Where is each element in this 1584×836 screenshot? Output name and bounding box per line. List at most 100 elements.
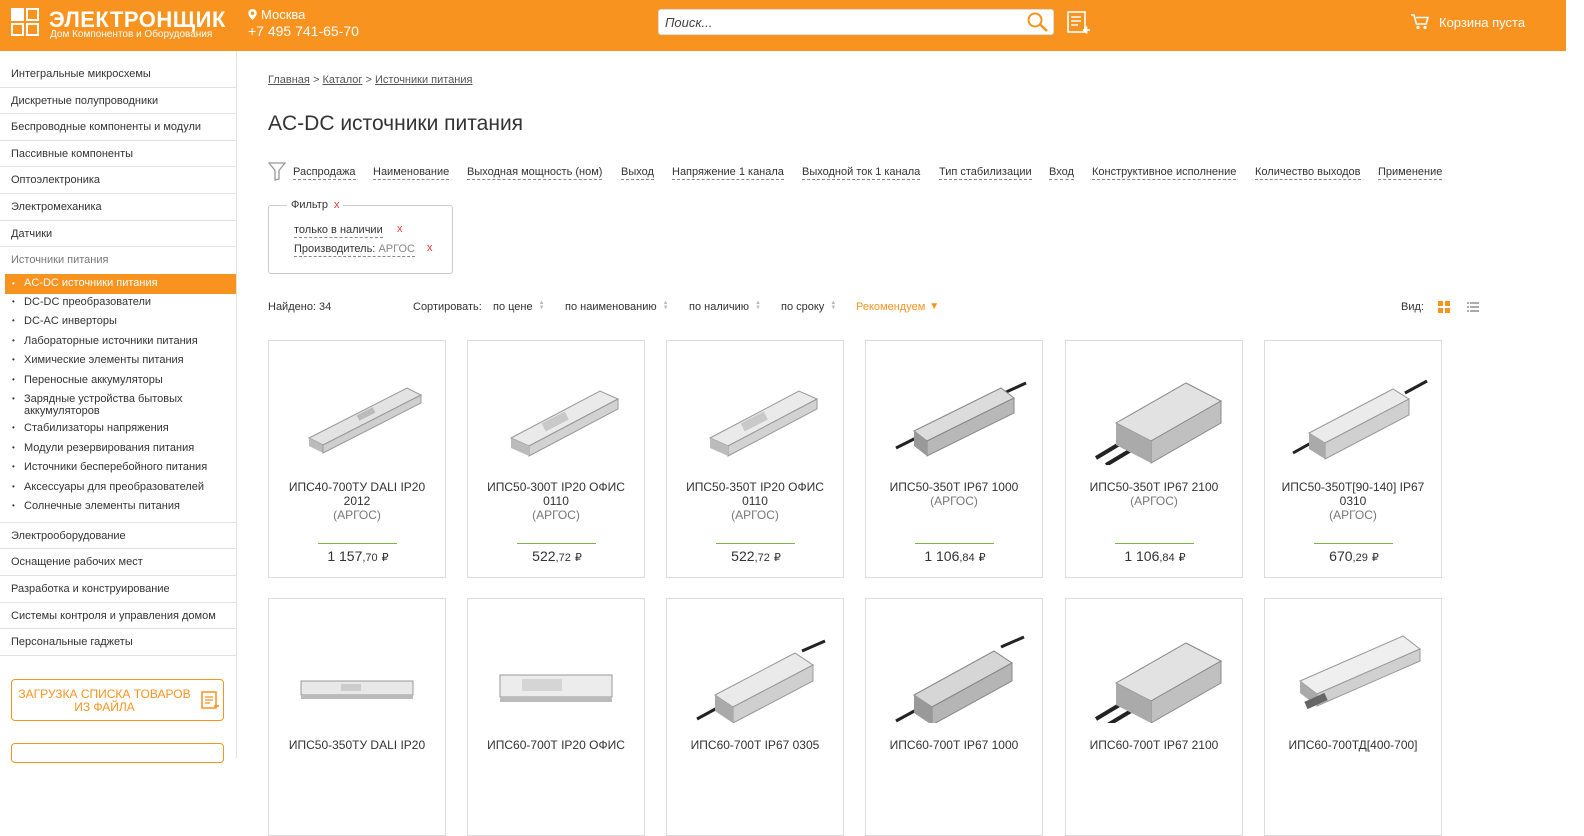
list-view-icon[interactable]: [1467, 301, 1479, 313]
sort-option[interactable]: по наименованию ▲ ▼: [565, 300, 671, 313]
product-card[interactable]: ИПС60-700ТД[400-700]: [1264, 598, 1442, 836]
page-scrollbar[interactable]: [1566, 0, 1584, 758]
sidebar-subcategory[interactable]: DC-AC инверторы: [0, 313, 236, 333]
sort-option[interactable]: по цене ▲ ▼: [493, 300, 547, 313]
search-icon[interactable]: [1027, 12, 1049, 32]
filter-link[interactable]: Напряжение 1 канала: [672, 165, 784, 180]
product-image[interactable]: [1076, 611, 1232, 723]
product-card[interactable]: ИПС40-700ТУ DALI IP20 2012 (АРГОС) 1 157,7…: [268, 340, 446, 578]
product-card[interactable]: ИПС60-700Т IP67 0305: [666, 598, 844, 836]
sidebar-subcategory[interactable]: Аксессуары для преобразователей: [0, 479, 236, 499]
sidebar-category[interactable]: Интегральные микросхемы: [0, 61, 236, 88]
product-name[interactable]: ИПС60-700Т IP67 2100: [1074, 738, 1234, 752]
product-name[interactable]: ИПС60-700Т IP67 1000: [874, 738, 1034, 752]
filter-chip-manufacturer[interactable]: Производитель: АРГОС: [294, 242, 415, 257]
remove-filter-icon[interactable]: x: [397, 223, 403, 235]
filter-link[interactable]: Наименование: [373, 165, 450, 180]
sidebar-subcategory[interactable]: Зарядные устройства бытовых аккумуляторо…: [0, 391, 236, 420]
product-card[interactable]: ИПС50-350Т IP20 ОФИС 0110 (АРГОС) 522,72 ₽: [666, 340, 844, 578]
filter-link[interactable]: Вход: [1049, 165, 1074, 180]
product-card[interactable]: ИПС50-350Т IP67 1000 (АРГОС) 1 106,84 ₽: [865, 340, 1043, 578]
product-image[interactable]: [876, 353, 1032, 465]
sidebar-category[interactable]: Электрооборудование: [0, 523, 236, 550]
cart-link[interactable]: Корзина пуста: [1411, 14, 1525, 30]
sort-option[interactable]: по наличию ▲ ▼: [689, 300, 763, 313]
sidebar-category[interactable]: Беспроводные компоненты и модули: [0, 114, 236, 141]
product-name[interactable]: ИПС60-700Т IP20 ОФИС: [476, 738, 636, 752]
product-name[interactable]: ИПС60-700Т IP67 0305: [675, 738, 835, 752]
sidebar-subcategory[interactable]: Солнечные элементы питания: [0, 498, 236, 518]
breadcrumb-home[interactable]: Главная: [268, 74, 310, 86]
sidebar-subcategory[interactable]: Модули резервирования питания: [0, 440, 236, 460]
product-card[interactable]: ИПС60-700Т IP67 2100: [1065, 598, 1243, 836]
product-image[interactable]: [279, 353, 435, 465]
product-name[interactable]: ИПС40-700ТУ DALI IP20 2012 (АРГОС): [277, 480, 437, 522]
filter-link[interactable]: Выходной ток 1 канала: [802, 165, 921, 180]
product-image[interactable]: [478, 353, 634, 465]
sidebar-category[interactable]: Датчики: [0, 221, 236, 248]
breadcrumb-power[interactable]: Источники питания: [375, 74, 472, 86]
breadcrumb-catalog[interactable]: Каталог: [322, 74, 362, 86]
clear-filters-icon[interactable]: x: [334, 199, 340, 211]
filter-link[interactable]: Конструктивное исполнение: [1092, 165, 1237, 180]
filter-link[interactable]: Тип стабилизации: [939, 165, 1032, 180]
upload-list-button[interactable]: ЗАГРУЗКА СПИСКА ТОВАРОВ ИЗ ФАЙЛА: [11, 679, 224, 721]
sidebar-category[interactable]: Персональные гаджеты: [0, 629, 236, 656]
filter-chip-in-stock[interactable]: только в наличии: [294, 223, 383, 238]
city-selector[interactable]: Москва: [248, 7, 305, 22]
sidebar-category-open[interactable]: Источники питания: [0, 247, 236, 274]
sidebar-subcategory[interactable]: DC-DC преобразователи: [0, 294, 236, 314]
price-divider: [517, 543, 596, 544]
sidebar-subcategory[interactable]: Лабораторные источники питания: [0, 333, 236, 353]
sidebar-category[interactable]: Оснащение рабочих мест: [0, 549, 236, 576]
sidebar-category[interactable]: Разработка и конструирование: [0, 576, 236, 603]
sort-option[interactable]: по сроку ▲ ▼: [781, 300, 838, 313]
sidebar-category[interactable]: Электромеханика: [0, 194, 236, 221]
product-name[interactable]: ИПС60-700ТД[400-700]: [1273, 738, 1433, 752]
product-name[interactable]: ИПС50-350ТУ DALI IP20: [277, 738, 437, 752]
filter-link[interactable]: Выход: [621, 165, 654, 180]
product-card[interactable]: ИПС60-700Т IP20 ОФИС: [467, 598, 645, 836]
product-card[interactable]: ИПС50-350Т[90-140] IP67 0310 (АРГОС) 670,2…: [1264, 340, 1442, 578]
product-image[interactable]: [478, 611, 634, 723]
grid-view-icon[interactable]: [1438, 301, 1450, 313]
product-card[interactable]: ИПС60-700Т IP67 1000: [865, 598, 1043, 836]
phone-number[interactable]: +7 495 741-65-70: [248, 23, 359, 39]
product-manufacturer: (АРГОС): [1329, 508, 1377, 522]
filter-link[interactable]: Применение: [1378, 165, 1443, 180]
sidebar-subcategory-active[interactable]: AC-DC источники питания: [5, 273, 236, 294]
product-image[interactable]: [677, 353, 833, 465]
product-image[interactable]: [1275, 353, 1431, 465]
product-image[interactable]: [279, 611, 435, 723]
sidebar-subcategory[interactable]: Стабилизаторы напряжения: [0, 420, 236, 440]
product-image[interactable]: [677, 611, 833, 723]
product-name[interactable]: ИПС50-350Т IP20 ОФИС 0110 (АРГОС): [675, 480, 835, 522]
filter-link[interactable]: Выходная мощность (ном): [467, 165, 603, 180]
search-input[interactable]: [659, 10, 1019, 34]
sidebar-subcategory[interactable]: Переносные аккумуляторы: [0, 372, 236, 392]
product-name[interactable]: ИПС50-350Т IP67 2100 (АРГОС): [1074, 480, 1234, 508]
filter-link[interactable]: Распродажа: [293, 165, 356, 180]
product-name[interactable]: ИПС50-350Т[90-140] IP67 0310 (АРГОС): [1273, 480, 1433, 522]
price-divider: [1314, 543, 1393, 544]
dropdown-triangle-icon: ▼: [929, 301, 940, 312]
sidebar-category[interactable]: Оптоэлектроника: [0, 167, 236, 194]
product-name[interactable]: ИПС50-300Т IP20 ОФИС 0110 (АРГОС): [476, 480, 636, 522]
secondary-button[interactable]: [11, 743, 224, 763]
product-image[interactable]: [876, 611, 1032, 723]
sidebar-subcategory[interactable]: Химические элементы питания: [0, 352, 236, 372]
filter-link[interactable]: Количество выходов: [1255, 165, 1361, 180]
sidebar-subcategory[interactable]: Источники бесперебойного питания: [0, 459, 236, 479]
sort-option[interactable]: Рекомендуем ▼: [856, 301, 939, 313]
product-card[interactable]: ИПС50-300Т IP20 ОФИС 0110 (АРГОС) 522,72 ₽: [467, 340, 645, 578]
sidebar-category[interactable]: Системы контроля и управления домом: [0, 603, 236, 630]
product-card[interactable]: ИПС50-350ТУ DALI IP20: [268, 598, 446, 836]
product-name[interactable]: ИПС50-350Т IP67 1000 (АРГОС): [874, 480, 1034, 508]
product-image[interactable]: [1076, 353, 1232, 465]
product-card[interactable]: ИПС50-350Т IP67 2100 (АРГОС) 1 106,84 ₽: [1065, 340, 1243, 578]
remove-filter-icon[interactable]: x: [427, 242, 433, 254]
add-list-icon[interactable]: [1067, 11, 1091, 35]
sidebar-category[interactable]: Дискретные полупроводники: [0, 88, 236, 115]
product-image[interactable]: [1275, 611, 1431, 723]
sidebar-category[interactable]: Пассивные компоненты: [0, 141, 236, 168]
